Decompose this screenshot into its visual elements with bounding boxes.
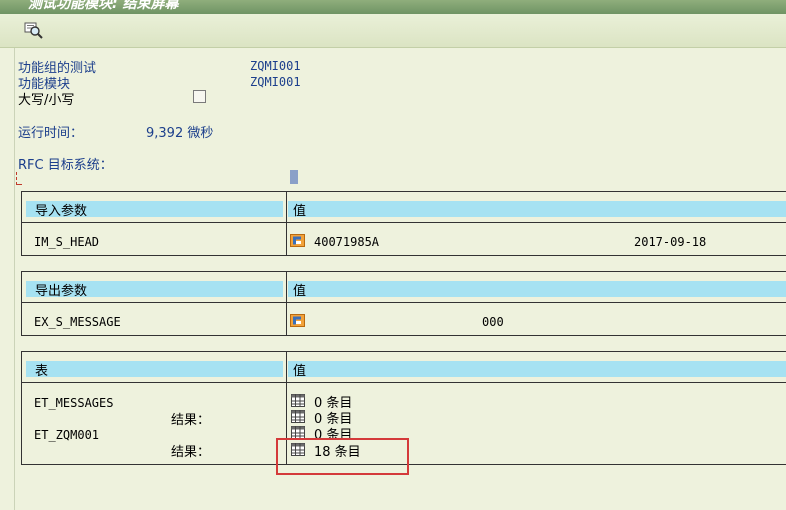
window-title: 测试功能模块: 结束屏幕 — [28, 0, 179, 12]
import-value-2: 2017-09-18 — [634, 235, 707, 249]
function-module-value: ZQMI001 — [250, 75, 301, 89]
function-group-value: ZQMI001 — [250, 59, 301, 73]
search-magnifier-icon[interactable] — [24, 22, 44, 40]
highlight-annotation-box — [276, 438, 409, 475]
import-param-name[interactable]: IM_S_HEAD — [34, 235, 99, 249]
table-et-messages-result-label: 结果： — [171, 413, 211, 428]
structure-icon[interactable] — [290, 234, 305, 247]
cursor-marker — [290, 170, 298, 184]
runtime-label: 运行时间： — [18, 126, 84, 141]
import-parameters-section: 导入参数 值 IM_S_HEAD 40071985A 2017-09-18 — [21, 191, 786, 256]
export-header-label: 导出参数 — [35, 284, 88, 299]
tables-header-label: 表 — [35, 364, 49, 379]
toolbar — [0, 14, 786, 48]
export-param-name[interactable]: EX_S_MESSAGE — [34, 315, 121, 329]
export-header: 导出参数 值 — [22, 272, 786, 303]
rfc-target-field[interactable] — [16, 172, 22, 185]
import-header-label: 导入参数 — [35, 204, 88, 219]
tables-header: 表 值 — [22, 352, 786, 383]
export-value-header: 值 — [293, 284, 307, 299]
table-et-zqm001-result-label: 结果： — [171, 445, 211, 460]
left-margin — [0, 48, 15, 510]
window-title-bar: 测试功能模块: 结束屏幕 — [0, 0, 786, 14]
case-sensitive-checkbox[interactable] — [193, 90, 206, 103]
runtime-value: 9,392 微秒 — [146, 126, 214, 141]
table-et-messages-name[interactable]: ET_MESSAGES — [34, 396, 113, 410]
import-value-header: 值 — [293, 204, 307, 219]
export-value-1: 000 — [482, 315, 504, 329]
table-grid-icon[interactable] — [291, 410, 305, 423]
table-grid-icon[interactable] — [291, 394, 305, 407]
import-header: 导入参数 值 — [22, 192, 786, 223]
structure-icon[interactable] — [290, 314, 305, 327]
tables-value-header: 值 — [293, 364, 307, 379]
rfc-target-label: RFC 目标系统： — [18, 158, 113, 173]
table-et-zqm001-name[interactable]: ET_ZQM001 — [34, 428, 99, 442]
export-parameters-section: 导出参数 值 EX_S_MESSAGE 000 — [21, 271, 786, 336]
case-sensitive-label: 大写/小写 — [18, 93, 75, 108]
import-value-1: 40071985A — [314, 235, 380, 249]
